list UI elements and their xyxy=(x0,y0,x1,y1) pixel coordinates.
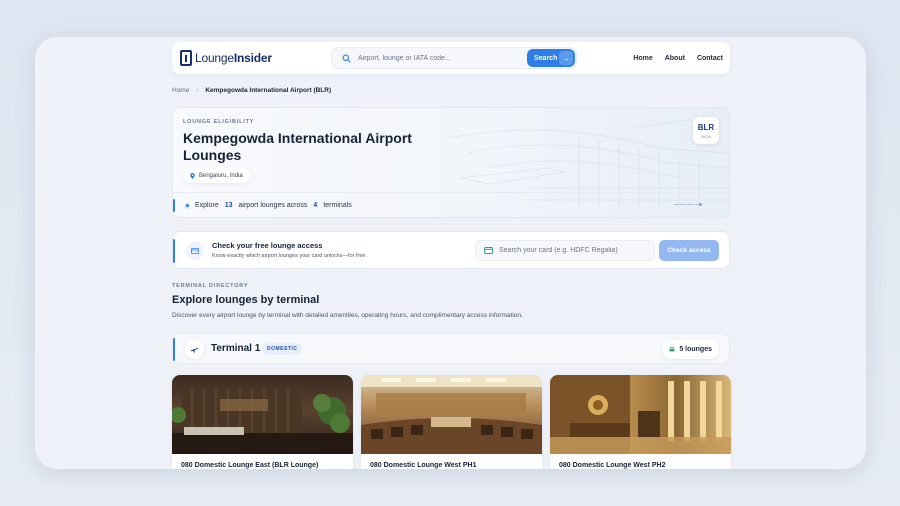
card-search-input[interactable] xyxy=(499,247,649,254)
lounge-photo-art xyxy=(361,375,542,454)
page-title: Kempegowda International Airport Lounges xyxy=(183,130,412,163)
iata-code: BLR xyxy=(697,122,715,132)
lounge-count: 13 xyxy=(224,202,233,209)
slider-indicator xyxy=(675,203,702,206)
lounge-name: 080 Domestic Lounge East (BLR Lounge) xyxy=(181,462,319,469)
lounge-count-chip: 5 lounges xyxy=(662,340,719,359)
search-button-label: Search xyxy=(534,54,558,62)
nav-link-home[interactable]: Home xyxy=(633,55,652,62)
nav-link-about[interactable]: About xyxy=(665,55,685,62)
directory-subtitle: Discover every airport lounge by termina… xyxy=(172,312,523,319)
airport-illustration xyxy=(448,119,729,208)
accent-bar xyxy=(173,338,175,361)
credit-card-icon xyxy=(186,242,204,260)
lounge-card[interactable]: 080 Domestic Lounge West PH1 xyxy=(361,375,542,469)
search-bar: Search → xyxy=(331,47,577,69)
lounge-name: 080 Domestic Lounge West PH1 xyxy=(370,462,477,469)
map-pin-icon xyxy=(190,172,195,179)
chevron-right-icon: › xyxy=(196,87,199,94)
lounge-card[interactable]: 080 Domestic Lounge East (BLR Lounge) xyxy=(172,375,353,469)
search-icon xyxy=(338,50,354,66)
logo-icon xyxy=(180,50,192,66)
hero-eyebrow: LOUNGE ELIGIBILITY xyxy=(183,119,255,125)
check-access-button[interactable]: Check access xyxy=(659,240,719,261)
terminal-type-badge: DOMESTIC xyxy=(262,343,303,355)
explore-summary: Explore 13 airport lounges across 4 term… xyxy=(173,198,352,213)
iata-badge: BLR IATA xyxy=(693,117,719,144)
breadcrumb: Home › Kempegowda International Airport … xyxy=(172,87,331,94)
search-input[interactable] xyxy=(358,54,518,62)
breadcrumb-current: Kempegowda International Airport (BLR) xyxy=(205,87,332,94)
check-access-subtitle: Know exactly which airport lounges your … xyxy=(212,253,367,259)
check-access-panel: Check your free lounge access Know exact… xyxy=(172,231,730,269)
search-button[interactable]: Search → xyxy=(527,49,575,67)
directory-eyebrow: TERMINAL DIRECTORY xyxy=(172,283,249,289)
lounge-photo xyxy=(172,375,353,454)
accent-bar xyxy=(173,239,175,263)
lounge-photo xyxy=(550,375,731,454)
terminal-count: 4 xyxy=(313,202,318,209)
accent-bar xyxy=(173,199,175,212)
lounge-photo-art xyxy=(172,389,353,454)
airplane-icon xyxy=(185,340,204,359)
lounge-photo xyxy=(361,375,542,454)
arrow-right-icon: → xyxy=(559,51,573,65)
terminal-name: Terminal 1 xyxy=(211,343,261,354)
radio-dot-icon xyxy=(184,202,190,209)
directory-title: Explore lounges by terminal xyxy=(172,294,320,306)
nav-link-contact[interactable]: Contact xyxy=(697,55,723,62)
seat-icon xyxy=(669,346,675,351)
breadcrumb-home[interactable]: Home xyxy=(172,87,189,94)
logo[interactable]: LoungeInsider xyxy=(180,50,272,66)
hero-divider xyxy=(173,192,729,193)
logo-text: LoungeInsider xyxy=(195,51,272,65)
lounge-name: 080 Domestic Lounge West PH2 xyxy=(559,462,666,469)
terminal-header[interactable]: Terminal 1 DOMESTIC 5 lounges xyxy=(172,333,730,364)
location-text: Bengaluru, India xyxy=(199,172,243,179)
check-access-title: Check your free lounge access xyxy=(212,241,323,250)
card-icon xyxy=(484,247,493,254)
navbar: LoungeInsider Search → Home About Contac… xyxy=(172,42,730,74)
lounge-card[interactable]: 080 Domestic Lounge West PH2 xyxy=(550,375,731,469)
card-search-field xyxy=(475,240,655,261)
nav-links: Home About Contact xyxy=(633,42,723,74)
location-chip: Bengaluru, India xyxy=(184,168,250,183)
hero-panel: LOUNGE ELIGIBILITY Kempegowda Internatio… xyxy=(172,107,730,218)
lounge-photo-art xyxy=(550,375,731,454)
app-frame: LoungeInsider Search → Home About Contac… xyxy=(35,37,866,469)
iata-label: IATA xyxy=(700,133,712,139)
